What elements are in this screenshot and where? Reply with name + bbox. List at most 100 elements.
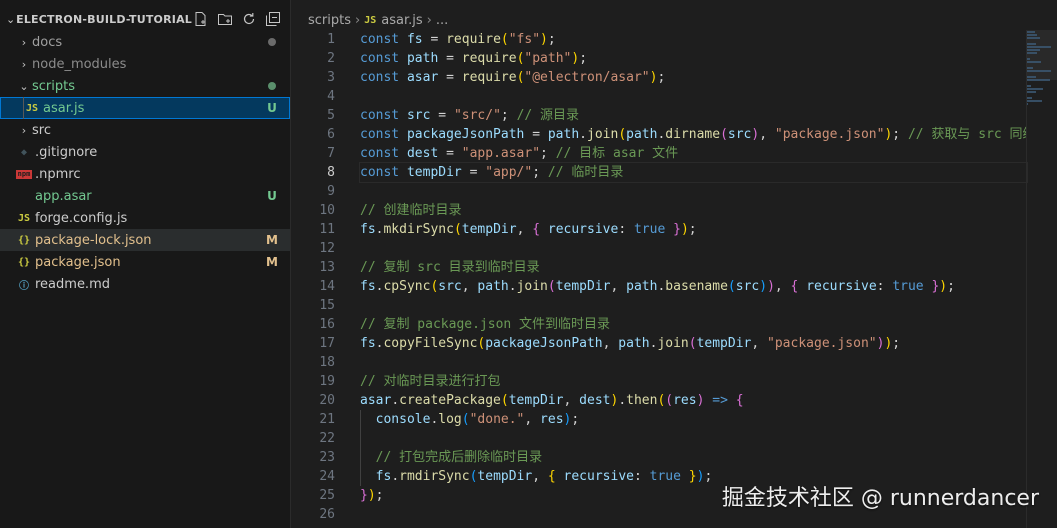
chevron-right-icon: › <box>426 12 432 28</box>
line-number: 15 <box>319 298 335 313</box>
tree-item-label: node_modules <box>32 56 127 72</box>
line-number: 16 <box>319 317 335 332</box>
line-number: 26 <box>319 507 335 522</box>
code-line[interactable]: 9 <box>291 182 1027 201</box>
minimap-line <box>1027 100 1042 102</box>
minimap[interactable] <box>1026 30 1057 528</box>
line-text: const tempDir = "app/"; // 临时目录 <box>359 162 1028 183</box>
code-editor[interactable]: 1 const fs = require("fs"); 2 const path = … <box>291 30 1028 524</box>
tree-item-label: readme.md <box>35 276 110 292</box>
code-line[interactable]: 6 const packageJsonPath = path.join(path.… <box>291 125 1027 144</box>
breadcrumb-file[interactable]: asar.js <box>381 13 422 28</box>
tree-folder[interactable]: › src <box>0 119 290 141</box>
line-number: 17 <box>319 336 335 351</box>
tree-item-label: package.json <box>35 254 121 270</box>
npm-file-icon: npm <box>16 169 32 179</box>
chevron-right-icon[interactable]: › <box>16 124 32 137</box>
code-line[interactable]: 21 console.log("done.", res); <box>291 410 1027 429</box>
line-number: 2 <box>327 51 335 66</box>
chevron-down-icon[interactable]: ⌄ <box>16 80 32 93</box>
tree-item-label: docs <box>32 34 63 50</box>
line-number: 8 <box>327 165 335 180</box>
line-number: 12 <box>319 241 335 256</box>
tree-file[interactable]: ⓘ readme.md <box>0 273 290 295</box>
minimap-line <box>1027 76 1036 78</box>
code-line[interactable]: 23 // 打包完成后删除临时目录 <box>291 448 1027 467</box>
tree-file[interactable]: npm .npmrc <box>0 163 290 185</box>
chevron-right-icon[interactable]: › <box>16 58 32 71</box>
code-line[interactable]: 7 const dest = "app.asar"; // 目标 asar 文件 <box>291 144 1027 163</box>
minimap-line <box>1027 79 1050 81</box>
code-line[interactable]: 16 // 复制 package.json 文件到临时目录 <box>291 315 1027 334</box>
code-line[interactable]: 2 const path = require("path"); <box>291 49 1027 68</box>
file-tree: › docs › node_modules ⌄ scripts JS asar.js U › src… <box>0 31 290 295</box>
tree-file[interactable]: ◆ .gitignore <box>0 141 290 163</box>
tree-item-label: .gitignore <box>35 144 98 160</box>
line-number: 1 <box>327 32 335 47</box>
json-file-icon: {} <box>17 256 31 268</box>
code-line[interactable]: 14 fs.cpSync(src, path.join(tempDir, path… <box>291 277 1027 296</box>
minimap-line <box>1027 58 1030 60</box>
tree-item-label: .npmrc <box>35 166 81 182</box>
collapse-all-icon[interactable] <box>264 10 282 28</box>
code-line[interactable]: 13 // 复制 src 目录到临时目录 <box>291 258 1027 277</box>
explorer-title: ELECTRON-BUILD-TUTORIAL <box>16 12 192 26</box>
breadcrumb-symbols[interactable]: ... <box>436 13 448 28</box>
refresh-icon[interactable] <box>240 10 258 28</box>
tree-file[interactable]: app.asar U <box>0 185 290 207</box>
tree-file[interactable]: JS asar.js U <box>0 97 290 119</box>
code-line[interactable]: 15 <box>291 296 1027 315</box>
modified-dot-icon <box>268 82 276 90</box>
tree-item-label: scripts <box>32 78 75 94</box>
tree-file[interactable]: {} package.json M <box>0 251 290 273</box>
code-line[interactable]: 1 const fs = require("fs"); <box>291 30 1027 49</box>
line-number: 22 <box>319 431 335 446</box>
line-text: asar.createPackage(tempDir, dest).then((… <box>360 393 744 408</box>
tree-file[interactable]: {} package-lock.json M <box>0 229 290 251</box>
code-line[interactable]: 10 // 创建临时目录 <box>291 201 1027 220</box>
code-line[interactable]: 22 <box>291 429 1027 448</box>
code-line[interactable]: 8 const tempDir = "app/"; // 临时目录 <box>291 162 1028 183</box>
line-text: const packageJsonPath = path.join(path.d… <box>360 127 1027 142</box>
info-file-icon: ⓘ <box>19 280 29 292</box>
line-number: 19 <box>319 374 335 389</box>
minimap-line <box>1027 91 1036 93</box>
line-number: 24 <box>319 469 335 484</box>
tree-file[interactable]: JS forge.config.js <box>0 207 290 229</box>
chevron-right-icon[interactable]: › <box>16 36 32 49</box>
line-text: // 复制 package.json 文件到临时目录 <box>360 317 611 332</box>
minimap-line <box>1027 34 1037 36</box>
chevron-down-icon[interactable]: ⌄ <box>6 13 16 26</box>
code-line[interactable]: 12 <box>291 239 1027 258</box>
breadcrumb-folder[interactable]: scripts <box>308 13 351 28</box>
modified-dot-icon <box>268 38 276 46</box>
editor-pane: scripts › JS asar.js › ... 1 const fs = r… <box>291 0 1057 528</box>
git-status-badge: M <box>266 233 278 247</box>
watermark: 掘金技术社区 @ runnerdancer <box>721 486 1039 511</box>
minimap-line <box>1027 46 1051 48</box>
minimap-line <box>1027 43 1036 45</box>
minimap-line <box>1027 37 1040 39</box>
line-number: 9 <box>327 184 335 199</box>
code-line[interactable]: 11 fs.mkdirSync(tempDir, { recursive: tru… <box>291 220 1027 239</box>
code-line[interactable]: 3 const asar = require("@electron/asar"); <box>291 68 1027 87</box>
line-number: 18 <box>319 355 335 370</box>
tree-folder[interactable]: ⌄ scripts <box>0 75 290 97</box>
tree-folder[interactable]: › docs <box>0 31 290 53</box>
tree-item-label: forge.config.js <box>35 210 128 226</box>
code-line[interactable]: 17 fs.copyFileSync(packageJsonPath, path.… <box>291 334 1027 353</box>
js-file-icon: JS <box>17 212 31 224</box>
line-text: fs.cpSync(src, path.join(tempDir, path.b… <box>360 279 955 294</box>
new-folder-icon[interactable] <box>216 10 234 28</box>
new-file-icon[interactable] <box>192 10 210 28</box>
indent-guide <box>360 467 361 486</box>
code-line[interactable]: 20 asar.createPackage(tempDir, dest).then… <box>291 391 1027 410</box>
line-text: const src = "src/"; // 源目录 <box>360 108 580 123</box>
code-line[interactable]: 18 <box>291 353 1027 372</box>
code-line[interactable]: 19 // 对临时目录进行打包 <box>291 372 1027 391</box>
line-number: 25 <box>319 488 335 503</box>
tree-folder[interactable]: › node_modules <box>0 53 290 75</box>
code-line[interactable]: 5 const src = "src/"; // 源目录 <box>291 106 1027 125</box>
line-number: 21 <box>319 412 335 427</box>
code-line[interactable]: 4 <box>291 87 1027 106</box>
